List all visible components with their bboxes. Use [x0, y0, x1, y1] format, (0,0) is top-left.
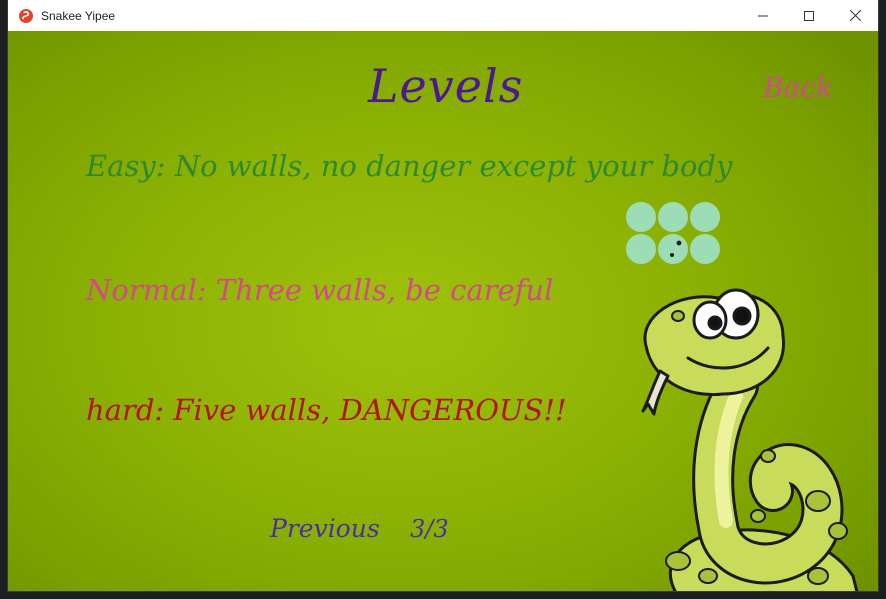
minimize-button[interactable]: [740, 0, 786, 31]
close-icon: [849, 10, 861, 21]
level-normal-description: Normal: Three walls, be careful: [86, 273, 554, 307]
page-indicator: 3/3: [410, 515, 449, 543]
back-button[interactable]: Back: [763, 71, 833, 104]
levels-screen: Levels Back Easy: No walls, no danger ex…: [8, 31, 878, 591]
snake-preview-icon: [626, 202, 720, 264]
minimize-icon: [758, 15, 768, 16]
previous-button[interactable]: Previous: [270, 514, 380, 543]
level-easy-description: Easy: No walls, no danger except your bo…: [86, 149, 733, 183]
app-window: Snakee Yipee Levels Back Easy: No walls,…: [8, 0, 878, 591]
window-title: Snakee Yipee: [41, 8, 116, 23]
close-button[interactable]: [832, 0, 878, 31]
snake-mascot-icon: [641, 288, 859, 591]
level-hard-description: hard: Five walls, DANGEROUS!!: [86, 393, 567, 427]
page-title: Levels: [368, 59, 524, 113]
maximize-button[interactable]: [786, 0, 832, 31]
title-bar[interactable]: Snakee Yipee: [8, 0, 878, 31]
snake-app-icon: [19, 8, 33, 23]
maximize-icon: [804, 10, 814, 21]
